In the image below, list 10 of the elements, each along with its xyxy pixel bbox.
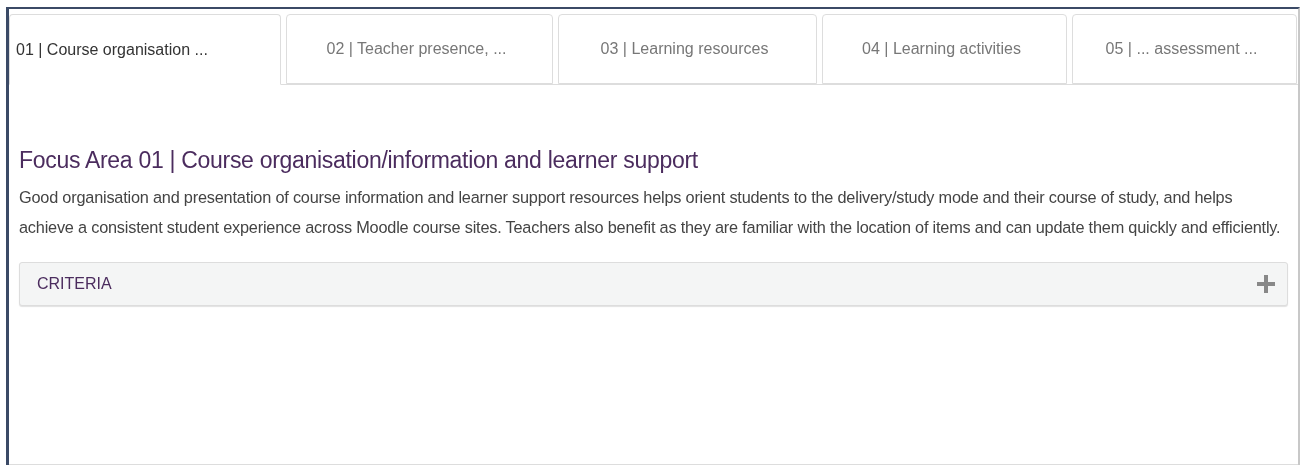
focus-area-heading: Focus Area 01 | Course organisation/information and learner support — [19, 147, 699, 174]
tab[interactable]: 01 | Course organisation ... — [9, 14, 281, 85]
tab[interactable]: 05 | ... assessment ... — [1072, 14, 1297, 84]
description-paragraph: Good organisation and presentation of course information and learner support resources helps orient students to the delivery/study mode and their course of study, and helps achieve a consistent student experience across Moodle course sites. Teachers also benefit as they are familiar with the location of items and can update them quickly and efficiently. — [19, 187, 1282, 238]
tab[interactable]: 02 | Teacher presence, ... — [286, 14, 553, 84]
tab[interactable]: 04 | Learning activities — [822, 14, 1067, 84]
tab[interactable]: 03 | Learning resources — [558, 14, 817, 84]
accordion-title: CRITERIA — [37, 275, 112, 293]
plus-icon — [1257, 275, 1275, 293]
criteria-accordion[interactable]: CRITERIA — [19, 262, 1288, 306]
